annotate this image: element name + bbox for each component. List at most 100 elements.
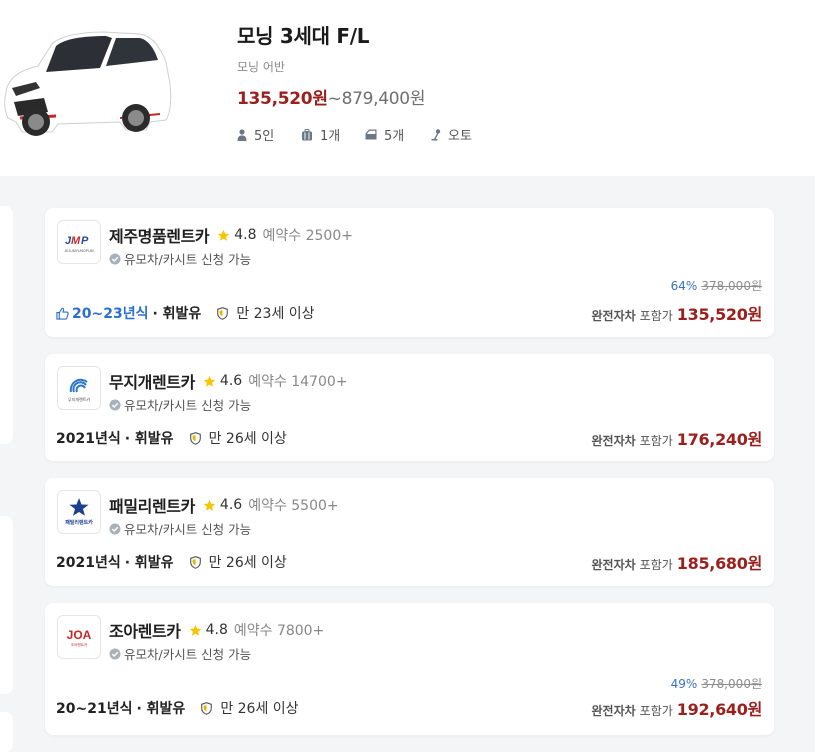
car-image xyxy=(4,31,172,136)
star-icon xyxy=(189,624,201,636)
check-circle-icon xyxy=(109,523,121,534)
rental-listing-card[interactable]: J M P JEJUMYUNGPUM 제주명품렌트카 4.8 예약수 2500+… xyxy=(45,208,774,337)
spec-doors: 5개 xyxy=(365,125,431,144)
company-name: 패밀리렌트카 xyxy=(109,497,195,516)
family-logo-icon: 패밀리렌트카 xyxy=(65,498,93,526)
options-text: 유모차/카시트 신청 가능 xyxy=(124,398,252,413)
vehicle-info: 20~23년식 · 휘발유 만 23세 이상 xyxy=(56,303,315,323)
reservation-count: 예약수 14700+ xyxy=(248,374,348,390)
company-logo: 무지개렌트카 xyxy=(57,366,101,410)
car-subtitle: 모닝 어반 xyxy=(237,60,285,74)
included-label: 포함가 xyxy=(639,558,673,572)
reservation-count: 예약수 7800+ xyxy=(233,623,325,639)
luggage-icon xyxy=(302,128,312,140)
age-text: 만 26세 이상 xyxy=(220,701,299,717)
options-line: 유모차/카시트 신청 가능 xyxy=(109,395,251,414)
model-year: 2021년식 xyxy=(56,431,121,447)
age-requirement: 만 26세 이상 xyxy=(189,428,287,448)
price-info: 완전자차 포함가 135,520원 xyxy=(592,301,763,325)
model-year: 20~23년식 xyxy=(72,306,149,322)
company-name: 조아렌트카 xyxy=(109,622,181,641)
thumbs-up-icon xyxy=(56,307,69,320)
side-card-partial xyxy=(0,516,13,694)
discount-info: 49% 378,000원 xyxy=(671,675,762,692)
original-price: 378,000원 xyxy=(701,279,762,293)
car-title: 모닝 3세대 F/L xyxy=(237,24,370,48)
star-icon xyxy=(203,375,216,387)
rental-listing-card[interactable]: JOA 조아렌트카 조아렌트카 4.8 예약수 7800+ 유모차/카시트 신청… xyxy=(45,603,774,735)
options-text: 유모차/카시트 신청 가능 xyxy=(124,647,252,662)
price-info: 완전자차 포함가 176,240원 xyxy=(592,426,763,450)
insurance-type: 완전자차 xyxy=(591,558,636,572)
joa-logo-icon: JOA 조아렌트카 xyxy=(67,628,92,647)
price-info: 완전자차 포함가 185,680원 xyxy=(592,550,763,574)
svg-text:P: P xyxy=(81,235,89,247)
options-text: 유모차/카시트 신청 가능 xyxy=(124,252,252,267)
insurance-type: 완전자차 xyxy=(591,704,636,718)
company-header: 무지개렌트카 4.6 예약수 14700+ xyxy=(109,369,348,393)
person-icon xyxy=(237,128,247,141)
rental-price: 176,240원 xyxy=(676,430,763,449)
options-line: 유모차/카시트 신청 가능 xyxy=(109,249,251,268)
company-header: 제주명품렌트카 4.8 예약수 2500+ xyxy=(109,223,353,247)
rental-price: 135,520원 xyxy=(676,305,763,324)
age-text: 만 26세 이상 xyxy=(208,555,287,571)
spec-luggage: 1개 xyxy=(301,125,365,144)
shield-icon xyxy=(189,555,201,569)
rating: 4.6 xyxy=(219,497,243,513)
vehicle-info: 2021년식 · 휘발유 만 26세 이상 xyxy=(56,552,287,572)
included-label: 포함가 xyxy=(639,704,673,718)
rental-price: 185,680원 xyxy=(676,554,763,573)
rating: 4.6 xyxy=(219,373,243,389)
shield-icon xyxy=(201,701,213,715)
model-year: 20~21년식 xyxy=(56,701,133,717)
side-card-partial xyxy=(0,712,13,752)
spec-label: 오토 xyxy=(448,129,472,144)
vehicle-info: 20~21년식 · 휘발유 만 26세 이상 xyxy=(56,698,299,718)
shield-icon xyxy=(217,306,229,320)
fuel-type: · 휘발유 xyxy=(152,306,202,322)
company-header: 패밀리렌트카 4.6 예약수 5500+ xyxy=(109,493,339,517)
company-name: 제주명품렌트카 xyxy=(109,227,210,246)
model-year: 2021년식 xyxy=(56,555,121,571)
original-price: 378,000원 xyxy=(701,677,762,691)
price-info: 완전자차 포함가 192,640원 xyxy=(592,696,763,720)
star-icon xyxy=(203,499,216,511)
insurance-type: 완전자차 xyxy=(591,434,636,448)
rating: 4.8 xyxy=(205,622,228,638)
check-circle-icon xyxy=(109,253,121,264)
company-logo: J M P JEJUMYUNGPUM xyxy=(57,220,101,264)
company-logo: 패밀리렌트카 xyxy=(57,490,101,534)
age-requirement: 만 26세 이상 xyxy=(189,552,287,572)
reservation-count: 예약수 5500+ xyxy=(248,498,339,514)
spec-seats: 5인 xyxy=(237,125,301,144)
rainbow-logo-icon: 무지개렌트카 xyxy=(68,378,90,402)
side-card-partial xyxy=(0,206,13,444)
company-header: 조아렌트카 4.8 예약수 7800+ xyxy=(109,618,324,642)
discount-percent: 64% xyxy=(670,279,698,293)
company-name: 무지개렌트카 xyxy=(109,373,195,392)
svg-text:JOA: JOA xyxy=(67,628,92,642)
options-line: 유모차/카시트 신청 가능 xyxy=(109,644,251,663)
svg-text:무지개렌트카: 무지개렌트카 xyxy=(68,396,90,402)
gear-shift-icon xyxy=(431,128,441,140)
check-circle-icon xyxy=(109,399,121,410)
svg-text:JEJUMYUNGPUM: JEJUMYUNGPUM xyxy=(64,249,93,253)
jmp-logo-icon: J M P JEJUMYUNGPUM xyxy=(64,235,93,253)
discount-percent: 49% xyxy=(670,677,698,691)
spec-label: 1개 xyxy=(320,129,341,144)
price-high: ~879,400원 xyxy=(327,89,426,109)
rental-listing-card[interactable]: 무지개렌트카 무지개렌트카 4.6 예약수 14700+ 유모차/카시트 신청 … xyxy=(45,354,774,461)
fuel-type: · 휘발유 xyxy=(124,431,174,447)
vehicle-info: 2021년식 · 휘발유 만 26세 이상 xyxy=(56,428,287,448)
check-circle-icon xyxy=(109,648,121,659)
insurance-type: 완전자차 xyxy=(591,309,636,323)
car-summary: 모닝 3세대 F/L 모닝 어반 135,520원~879,400원 5인 1개… xyxy=(0,0,815,176)
age-requirement: 만 23세 이상 xyxy=(217,303,315,323)
included-label: 포함가 xyxy=(639,309,673,323)
price-range: 135,520원~879,400원 xyxy=(237,84,425,109)
fuel-type: · 휘발유 xyxy=(124,555,174,571)
rental-listing-card[interactable]: 패밀리렌트카 패밀리렌트카 4.6 예약수 5500+ 유모차/카시트 신청 가… xyxy=(45,478,774,586)
options-line: 유모차/카시트 신청 가능 xyxy=(109,519,251,538)
spec-label: 5인 xyxy=(254,129,275,144)
